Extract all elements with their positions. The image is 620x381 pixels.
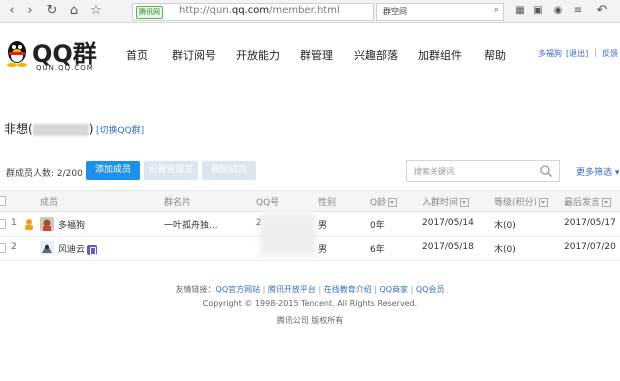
select-all-checkbox[interactable] — [0, 196, 6, 206]
sort-icon[interactable] — [460, 198, 470, 207]
row-checkbox[interactable] — [0, 243, 6, 253]
logout-link[interactable]: [退出] — [566, 48, 588, 59]
user-link[interactable]: 多福狗 — [538, 48, 562, 59]
footer-links: 友情链接：QQ官方网站 | 腾讯开放平台 | 在线教育介绍 | QQ商家 | Q… — [175, 285, 445, 294]
avatar[interactable] — [40, 217, 54, 231]
member-last-speak: 2017/07/20 — [564, 242, 616, 252]
sort-icon[interactable] — [388, 198, 398, 207]
nav-group-manage[interactable]: 群管理 — [300, 47, 333, 63]
delete-member-button[interactable]: 删除成员 — [202, 161, 256, 180]
qq-penguin-logo-icon[interactable] — [4, 38, 30, 68]
member-gender: 男 — [318, 245, 328, 255]
avatar[interactable] — [40, 241, 54, 255]
member-level: 木(0) — [494, 221, 516, 231]
forward-icon[interactable]: › — [22, 3, 38, 19]
group-title-name: 非想( — [4, 122, 33, 136]
account-icon[interactable]: ◉ — [550, 3, 566, 19]
member-qage: 0年 — [370, 221, 385, 231]
url-text[interactable]: http://qun.qq.com/member.html — [179, 5, 340, 16]
footer-link[interactable]: QQ会员 — [416, 285, 445, 294]
col-qage[interactable]: Q龄 — [370, 195, 398, 208]
member-name[interactable]: 多福狗 — [58, 218, 85, 231]
feedback-link[interactable]: 反馈 — [602, 48, 618, 59]
extension-icon[interactable]: ▣ — [530, 3, 546, 19]
search-icon[interactable] — [539, 164, 553, 178]
redacted-qq-numbers — [260, 214, 316, 256]
footer-link[interactable]: 在线教育介绍 — [324, 285, 372, 294]
search-icon[interactable]: ⌕ — [494, 5, 499, 15]
member-gender: 男 — [318, 221, 328, 231]
member-card: 一叶孤舟独... — [164, 221, 218, 231]
table-header: 成员 群名片 QQ号 性别 Q龄 入群时间 等级(积分) 最后发言 — [0, 190, 620, 212]
undo-icon[interactable]: ↶ — [594, 3, 610, 19]
col-qq: QQ号 — [256, 198, 280, 208]
col-join-time[interactable]: 入群时间 — [422, 195, 470, 208]
search-placeholder: 搜索关键词 — [414, 167, 454, 176]
bookmark-star-icon[interactable]: ☆ — [88, 3, 104, 19]
add-member-button[interactable]: 添加成员 — [86, 161, 140, 180]
footer-link[interactable]: QQ商家 — [380, 285, 409, 294]
member-qage: 6年 — [370, 245, 385, 255]
switch-group-link[interactable]: [切换QQ群] — [96, 123, 144, 136]
back-icon[interactable]: ‹ — [4, 3, 20, 19]
nav-join-widget[interactable]: 加群组件 — [418, 47, 462, 63]
copyright: Copyright © 1998-2015 Tencent. All Right… — [202, 299, 418, 308]
col-last-speak[interactable]: 最后发言 — [564, 195, 612, 208]
group-title: 非想() — [4, 120, 93, 137]
site-logo-subtitle: QUN.QQ.COM — [36, 64, 94, 72]
row-index: 2 — [11, 242, 17, 252]
member-join-time: 2017/05/18 — [422, 242, 474, 252]
footer-links-label: 友情链接： — [175, 285, 216, 294]
member-name[interactable]: 风迪云 — [58, 242, 98, 255]
refresh-icon[interactable]: ↻ — [44, 3, 60, 19]
set-admin-button[interactable]: 设置管理员 — [144, 161, 198, 180]
company-rights: 腾讯公司 版权所有 — [276, 316, 344, 325]
footer-link[interactable]: QQ官方网站 — [216, 285, 261, 294]
nav-interest-tribe[interactable]: 兴趣部落 — [354, 47, 398, 63]
col-level[interactable]: 等级(积分) — [494, 195, 549, 208]
member-count: 群成员人数: 2/200 — [6, 169, 83, 179]
browser-search-box[interactable]: 群空间 ⌕ — [376, 3, 504, 21]
vip-badge-icon — [87, 244, 98, 255]
apps-icon[interactable]: ▦ — [512, 3, 528, 19]
member-join-time: 2017/05/14 — [422, 218, 474, 228]
footer-link[interactable]: 腾讯开放平台 — [268, 285, 316, 294]
secure-badge: 腾讯网 — [136, 6, 163, 19]
nav-subscription[interactable]: 群订阅号 — [172, 47, 216, 63]
col-card: 群名片 — [164, 198, 192, 208]
member-level: 木(0) — [494, 245, 516, 255]
member-last-speak: 2017/05/17 — [564, 218, 616, 228]
row-index: 1 — [11, 218, 17, 228]
sort-icon[interactable] — [602, 198, 612, 207]
owner-crown-icon — [25, 219, 33, 230]
header-divider: | — [594, 48, 597, 57]
more-filter-link[interactable]: 更多筛选 ▾ — [576, 165, 619, 178]
member-search-input[interactable]: 搜索关键词 — [406, 160, 560, 182]
settings-icon[interactable]: ≡ — [570, 3, 586, 19]
nav-home[interactable]: 首页 — [126, 47, 148, 63]
group-title-close: ) — [88, 122, 94, 136]
nav-open-ability[interactable]: 开放能力 — [236, 47, 280, 63]
home-icon[interactable]: ⌂ — [66, 3, 82, 19]
redacted-group-number — [32, 123, 89, 136]
row-checkbox[interactable] — [0, 219, 6, 229]
browser-search-text: 群空间 — [383, 7, 407, 16]
browser-toolbar: ‹ › ↻ ⌂ ☆ 腾讯网 http://qun.qq.com/member.h… — [0, 0, 620, 23]
sort-icon[interactable] — [539, 198, 549, 207]
col-member: 成员 — [40, 198, 59, 208]
address-bar[interactable]: 腾讯网 http://qun.qq.com/member.html — [132, 3, 374, 21]
nav-help[interactable]: 帮助 — [484, 47, 506, 63]
col-gender: 性别 — [318, 198, 337, 208]
